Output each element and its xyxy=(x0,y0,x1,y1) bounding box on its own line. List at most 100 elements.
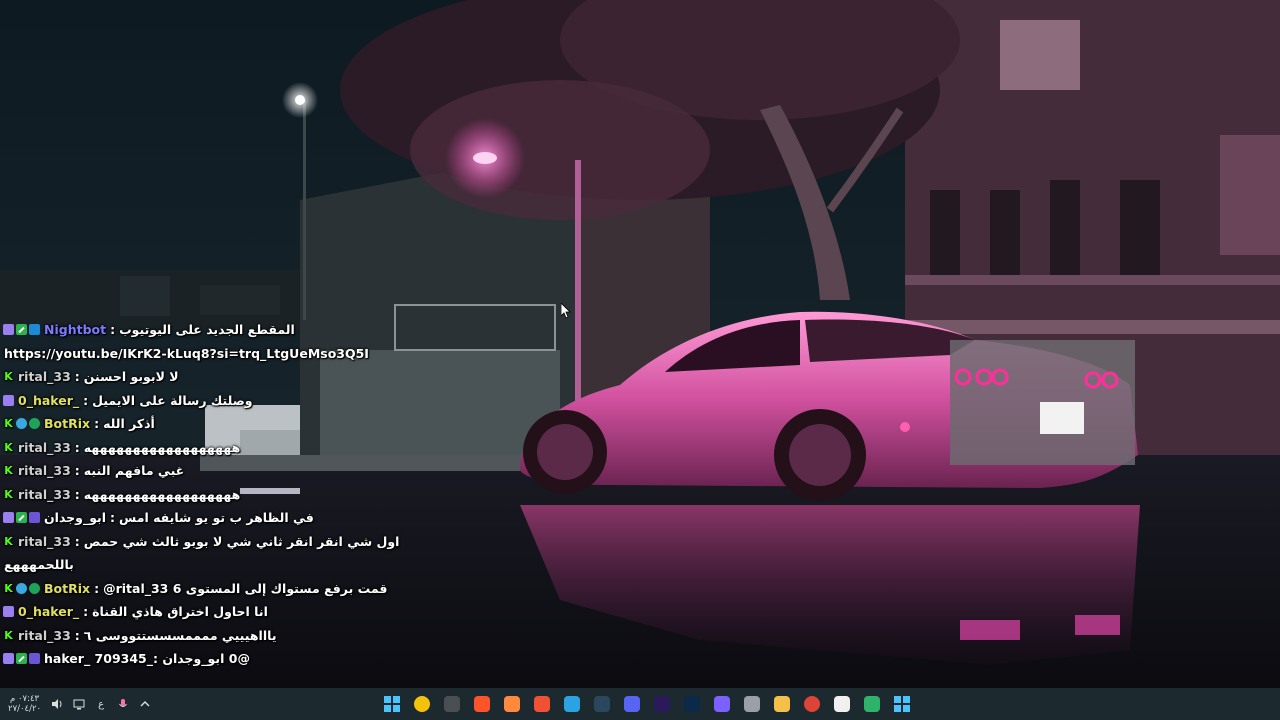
sticker-icon xyxy=(29,653,40,665)
microphone-icon[interactable] xyxy=(117,698,129,710)
chat-text: ههههههههههههههههههه xyxy=(83,486,241,502)
stream-chat-overlay: Nightbot: المقطع الجديد على اليوتيوب https… xyxy=(0,318,400,671)
kick-icon: K xyxy=(4,487,13,501)
chat-text: https://youtu.be/IKrK2-kLuq8?si=trq_LtgU… xyxy=(4,345,369,361)
kick-icon: K xyxy=(4,534,13,548)
photoshop-icon-glyph xyxy=(684,696,700,712)
chat-username[interactable]: 0_haker_ xyxy=(18,604,79,619)
chat-badges: K xyxy=(3,417,40,431)
vip-icon xyxy=(16,418,27,430)
volume-icon[interactable] xyxy=(51,698,63,710)
chat-username[interactable]: rital_33 xyxy=(18,628,71,643)
chat-username[interactable]: rital_33 xyxy=(18,463,71,478)
chat-message: @0 ابو_وجدان :_haker_ 709345 xyxy=(0,647,400,671)
windows-apps-icon[interactable] xyxy=(890,692,914,716)
mouse-cursor-icon xyxy=(561,303,571,319)
dev-icon-glyph xyxy=(714,696,730,712)
chat-text: أذكر الله xyxy=(103,416,155,432)
chat-username[interactable]: rital_33 xyxy=(18,487,71,502)
chat-message: Krital_33: ياااهيييي ممممسسستتووسى ٦ xyxy=(0,624,400,648)
kick-icon: K xyxy=(4,417,13,431)
chat-badges xyxy=(3,606,14,618)
aseprite-icon[interactable] xyxy=(500,692,524,716)
chat-username[interactable]: 0_haker_ xyxy=(18,393,79,408)
chat-badges: K xyxy=(3,465,14,476)
chat-message: https://youtu.be/IKrK2-kLuq8?si=trq_LtgU… xyxy=(0,342,400,366)
dev-icon[interactable] xyxy=(710,692,734,716)
chat-message: 0_haker_: وصلتك رسالة على الايميل xyxy=(0,389,400,413)
chat-message: ابو_وجدان: في الظاهر ب تو يو شايفه امس xyxy=(0,506,400,530)
mod-icon xyxy=(16,324,27,336)
files-icon-glyph xyxy=(774,696,790,712)
github-icon[interactable] xyxy=(740,692,764,716)
system-tray: ٠٧:٤٣ م ٢٧/٠٤/٢٠ ع xyxy=(8,690,151,718)
chat-message: باللحمهههع xyxy=(0,553,400,577)
brave-icon[interactable] xyxy=(470,692,494,716)
taskbar-apps xyxy=(380,692,914,716)
chat-username[interactable]: ابو_وجدان xyxy=(44,510,106,525)
git-icon-glyph xyxy=(534,696,550,712)
sub-icon xyxy=(3,512,14,524)
chat-badges: K xyxy=(3,582,40,594)
premiere-icon[interactable] xyxy=(650,692,674,716)
chat-text: في الظاهر ب تو يو شايفه امس xyxy=(119,510,314,526)
sub-icon xyxy=(3,324,14,336)
chat-separator: : xyxy=(110,510,116,526)
chat-text: انا احاول اختراق هاذي القناة xyxy=(92,604,268,620)
chat-username[interactable]: BotRix xyxy=(44,581,90,596)
chat-text: وصلتك رسالة على الايميل xyxy=(92,392,253,408)
chat-username[interactable]: rital_33 xyxy=(18,534,71,549)
edge-icon[interactable] xyxy=(860,692,884,716)
chat-separator: : xyxy=(74,533,80,549)
chat-badges xyxy=(3,324,40,336)
vip-icon xyxy=(16,582,27,594)
store-icon[interactable] xyxy=(830,692,854,716)
chat-message: 0_haker_: انا احاول اختراق هاذي القناة xyxy=(0,600,400,624)
network-icon[interactable] xyxy=(73,698,85,710)
xbox-icon[interactable] xyxy=(440,692,464,716)
chat-separator: : xyxy=(83,392,89,408)
start-icon[interactable] xyxy=(380,692,404,716)
chat-separator: : xyxy=(110,322,116,338)
chat-separator: : xyxy=(74,439,80,455)
sub-icon xyxy=(3,653,14,665)
chat-message: Nightbot: المقطع الجديد على اليوتيوب xyxy=(0,318,400,342)
mod-icon xyxy=(16,653,27,665)
chat-separator: : xyxy=(83,604,89,620)
chrome-profile-icon[interactable] xyxy=(800,692,824,716)
sticker-icon xyxy=(29,512,40,524)
start-icon-glyph xyxy=(384,696,400,712)
telegram-icon[interactable] xyxy=(560,692,584,716)
chevron-up-icon[interactable] xyxy=(139,698,151,710)
kick-icon: K xyxy=(4,370,13,384)
discord-icon-glyph xyxy=(624,696,640,712)
clock[interactable]: ٠٧:٤٣ م ٢٧/٠٤/٢٠ xyxy=(8,694,41,714)
chrome-icon[interactable] xyxy=(410,692,434,716)
chat-username[interactable]: Nightbot xyxy=(44,322,106,337)
chat-badges: K xyxy=(3,630,14,641)
files-icon[interactable] xyxy=(770,692,794,716)
keyboard-language[interactable]: ع xyxy=(95,698,107,710)
telegram-icon-glyph xyxy=(564,696,580,712)
chat-badges: K xyxy=(3,371,14,382)
chat-separator: : xyxy=(74,627,80,643)
kick-icon: K xyxy=(4,464,13,478)
chat-username[interactable]: BotRix xyxy=(44,416,90,431)
chat-separator: : xyxy=(74,369,80,385)
kick-icon: K xyxy=(4,440,13,454)
bot-icon xyxy=(29,324,40,336)
chat-text: غبي مافهم النبه xyxy=(83,463,185,479)
git-icon[interactable] xyxy=(530,692,554,716)
chat-text: لا لابوبو احسنن xyxy=(83,369,179,385)
discord-icon[interactable] xyxy=(620,692,644,716)
chat-separator: : xyxy=(94,580,100,596)
chat-username[interactable]: rital_33 xyxy=(18,440,71,455)
chat-separator: : xyxy=(94,416,100,432)
photoshop-icon[interactable] xyxy=(680,692,704,716)
sub-icon xyxy=(3,394,14,406)
chat-message: K BotRix: أذكر الله xyxy=(0,412,400,436)
chat-username[interactable]: rital_33 xyxy=(18,369,71,384)
chat-badges: K xyxy=(3,536,14,547)
chat-message: Krital_33: ههههههههههههههههههه xyxy=(0,436,400,460)
steam-icon[interactable] xyxy=(590,692,614,716)
